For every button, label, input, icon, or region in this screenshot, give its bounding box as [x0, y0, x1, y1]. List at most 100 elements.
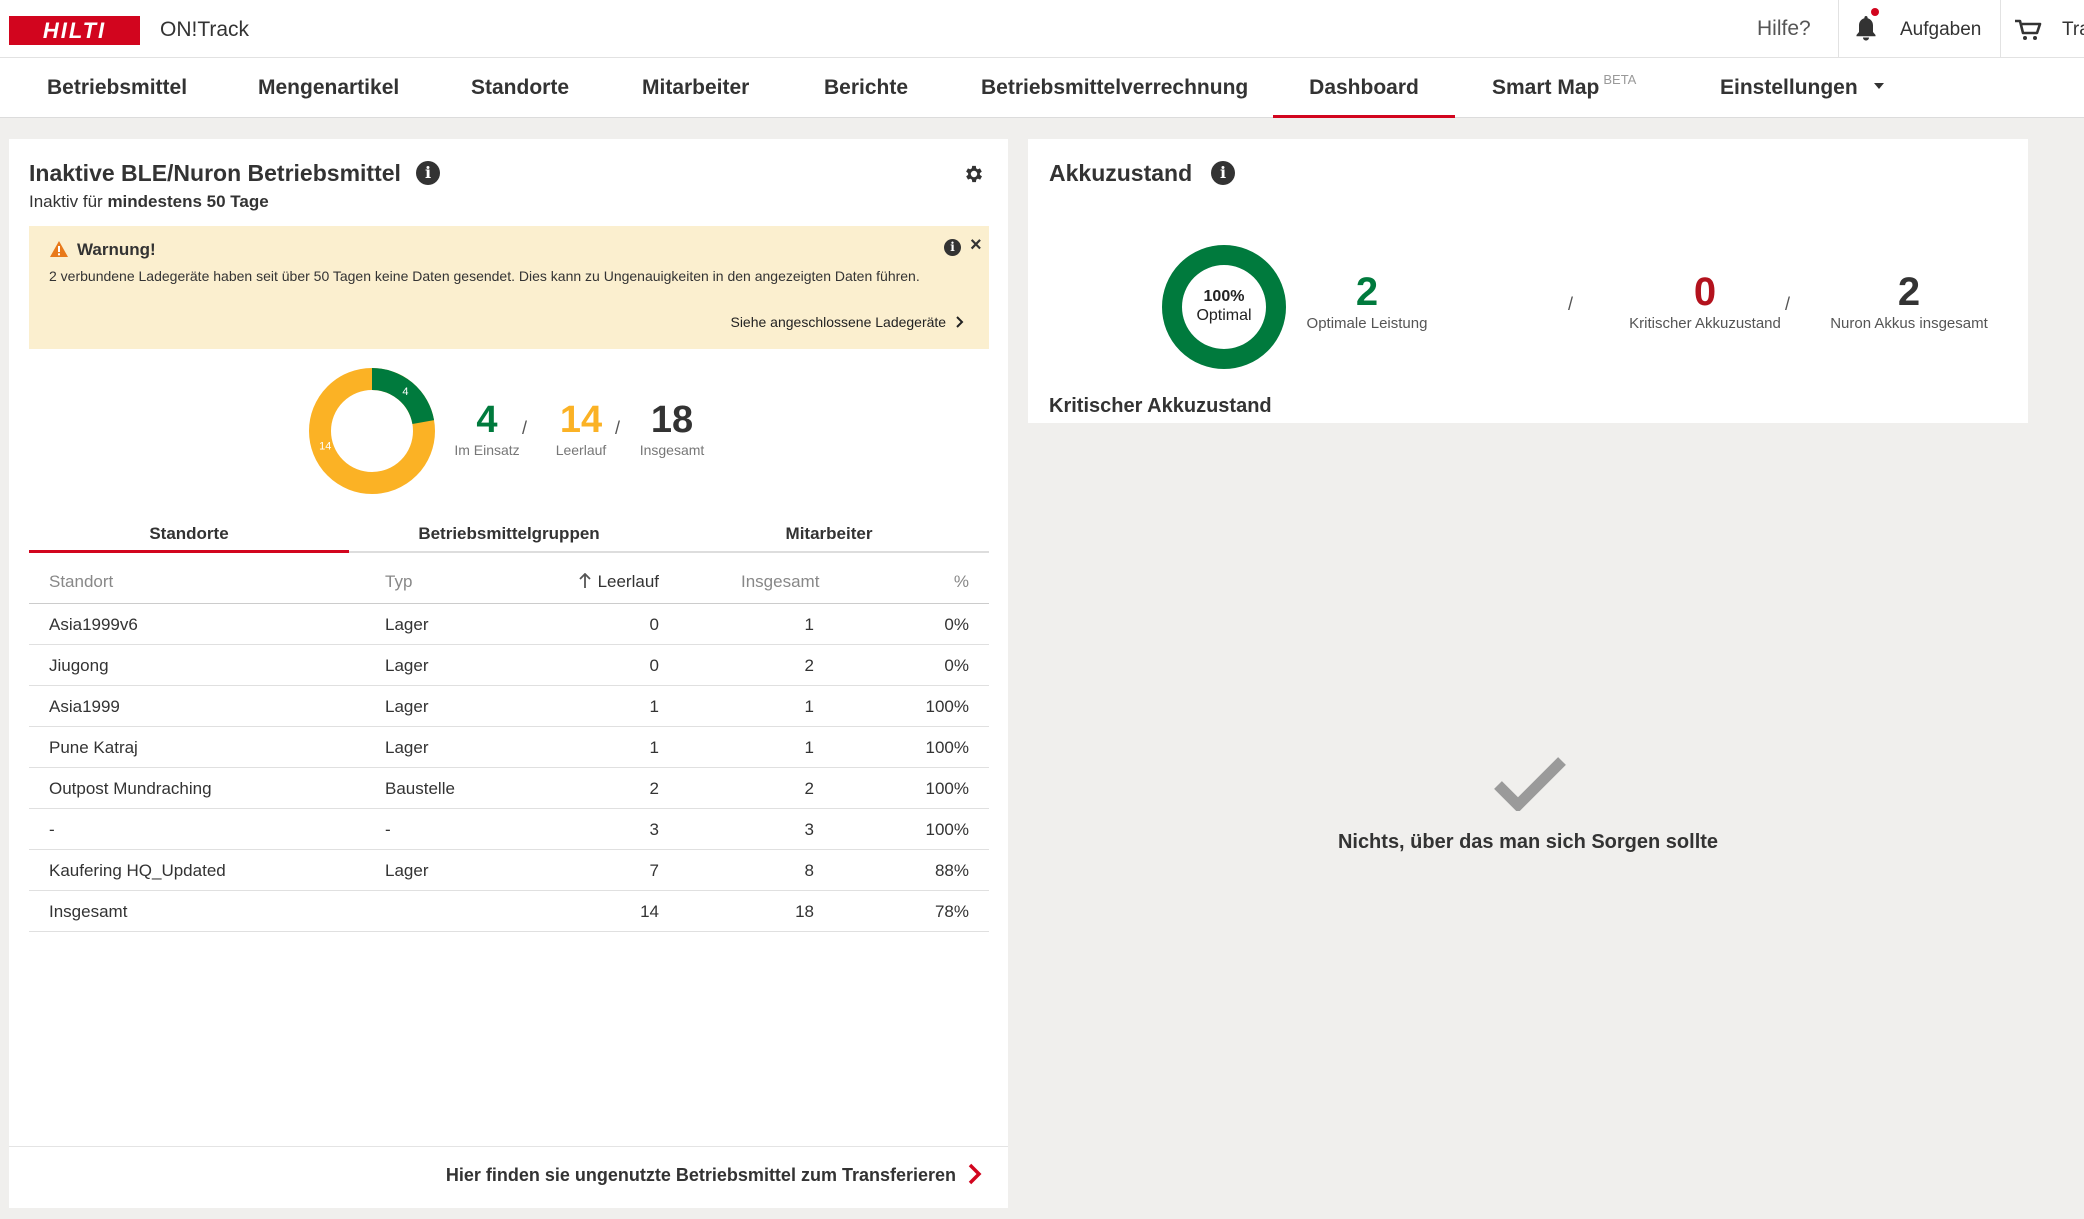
- stat-battery-total: 2 Nuron Akkus insgesamt: [1809, 269, 2009, 332]
- beta-badge: BETA: [1603, 72, 1637, 87]
- stat-critical-value: 0: [1693, 270, 1717, 314]
- header-divider: [2000, 0, 2001, 58]
- tasks-link[interactable]: Aufgaben: [1900, 19, 1981, 41]
- cell-percent: 100%: [925, 697, 969, 716]
- info-icon[interactable]: i: [416, 161, 440, 185]
- cell-insgesamt: 1: [804, 615, 814, 634]
- app-name: ON!Track: [160, 18, 250, 41]
- cell-standort: Pune Katraj: [49, 738, 138, 757]
- stat-total-label: Insgesamt: [639, 442, 705, 458]
- nav-standorte[interactable]: Standorte: [471, 58, 569, 118]
- nav-smart-map[interactable]: Smart Map BETA: [1492, 58, 1636, 118]
- cell-standort: Asia1999: [49, 697, 120, 716]
- table-row: Kaufering HQ_Updated Lager 7 8 88%: [29, 850, 989, 891]
- cell-leerlauf: 3: [649, 820, 659, 839]
- sort-up-icon: [578, 572, 591, 588]
- stat-idle-value: 14: [559, 399, 603, 441]
- col-insgesamt[interactable]: Insgesamt: [741, 559, 819, 604]
- nav-mengenartikel[interactable]: Mengenartikel: [258, 58, 399, 118]
- stat-separator: /: [1785, 294, 1791, 314]
- nav-smart-map-label: Smart Map: [1492, 76, 1600, 99]
- cell-leerlauf: 0: [649, 615, 659, 634]
- gear-icon[interactable]: [963, 163, 985, 185]
- table-row: Pune Katraj Lager 1 1 100%: [29, 727, 989, 768]
- nav-mitarbeiter[interactable]: Mitarbeiter: [642, 58, 749, 118]
- chevron-right-icon: [968, 1163, 982, 1185]
- col-leerlauf[interactable]: Leerlauf: [578, 559, 659, 604]
- col-leerlauf-label: Leerlauf: [597, 572, 659, 591]
- stat-in-use-label: Im Einsatz: [454, 442, 520, 458]
- cell-typ: -: [385, 820, 391, 839]
- cell-percent: 0%: [944, 615, 969, 634]
- info-icon[interactable]: i: [944, 239, 961, 256]
- stat-separator: /: [522, 418, 528, 438]
- tab-mitarbeiter[interactable]: Mitarbeiter: [669, 521, 989, 553]
- empty-state-text: Nichts, über das man sich Sorgen sollte: [1337, 831, 1719, 853]
- cell-percent: 100%: [925, 779, 969, 798]
- col-typ[interactable]: Typ: [385, 559, 412, 604]
- cell-leerlauf: 1: [649, 697, 659, 716]
- cell-leerlauf: 2: [649, 779, 659, 798]
- stat-separator: /: [615, 418, 621, 438]
- tab-standorte[interactable]: Standorte: [29, 521, 349, 553]
- nav-berichte[interactable]: Berichte: [824, 58, 908, 118]
- bell-icon[interactable]: [1854, 14, 1878, 42]
- cell-insgesamt: 2: [804, 779, 814, 798]
- cell-leerlauf: 14: [640, 902, 659, 921]
- cell-insgesamt: 1: [804, 697, 814, 716]
- stat-in-use-value: 4: [476, 399, 498, 441]
- close-icon[interactable]: ×: [970, 234, 982, 257]
- nav-dashboard[interactable]: Dashboard: [1273, 58, 1455, 118]
- donut-state: Optimal: [1196, 307, 1252, 324]
- connected-chargers-link[interactable]: Siehe angeschlossene Ladegeräte: [730, 314, 964, 330]
- battery-widget: Akkuzustand i 100% Optimal 2 Optimale Le…: [1028, 139, 2028, 1208]
- stat-separator: /: [1568, 294, 1574, 314]
- cell-percent: 78%: [934, 902, 969, 921]
- widget-title: Akkuzustand: [1049, 160, 1193, 186]
- transfer-link[interactable]: Hier finden sie ungenutzte Betriebsmitte…: [9, 1146, 1008, 1208]
- stat-battery-total-value: 2: [1897, 270, 1921, 314]
- header-divider: [1838, 0, 1839, 58]
- nav-betriebsmittel[interactable]: Betriebsmittel: [47, 58, 187, 118]
- cell-standort: Kaufering HQ_Updated: [49, 861, 226, 880]
- cell-typ: Lager: [385, 615, 429, 634]
- cell-standort: Jiugong: [49, 656, 109, 675]
- tab-betriebsmittelgruppen[interactable]: Betriebsmittelgruppen: [349, 521, 669, 553]
- help-link[interactable]: Hilfe?: [1757, 17, 1811, 41]
- table-row: Jiugong Lager 0 2 0%: [29, 645, 989, 686]
- table-total-row: Insgesamt 14 18 78%: [29, 891, 989, 932]
- cell-leerlauf: 0: [649, 656, 659, 675]
- stat-battery-total-label: Nuron Akkus insgesamt: [1830, 315, 1988, 332]
- stat-idle-label: Leerlauf: [555, 442, 607, 458]
- col-percent[interactable]: %: [954, 559, 969, 604]
- stat-in-use: 4 Im Einsatz: [439, 398, 535, 458]
- chevron-right-icon: [956, 316, 964, 328]
- cell-insgesamt: 18: [795, 902, 814, 921]
- cell-typ: Lager: [385, 861, 429, 880]
- critical-heading: Kritischer Akkuzustand: [1049, 395, 1272, 417]
- cell-typ: Baustelle: [385, 779, 455, 798]
- col-standort[interactable]: Standort: [49, 559, 113, 604]
- cell-typ: Lager: [385, 697, 429, 716]
- hilti-logo[interactable]: HILTI: [9, 16, 140, 45]
- cell-insgesamt: 1: [804, 738, 814, 757]
- cell-standort: Outpost Mundraching: [49, 779, 212, 798]
- table-body: Asia1999v6 Lager 0 1 0% Jiugong Lager 0 2 0% Asia1…: [29, 604, 989, 932]
- nav-betriebsmittelverrechnung[interactable]: Betriebsmittelverrechnung: [981, 58, 1248, 118]
- cell-standort: -: [49, 820, 55, 839]
- cell-typ: Lager: [385, 738, 429, 757]
- connected-chargers-label: Siehe angeschlossene Ladegeräte: [730, 314, 947, 330]
- cart-icon[interactable]: [2014, 18, 2042, 42]
- top-header: HILTI ON!Track Hilfe? Aufgaben Tra: [0, 0, 2084, 58]
- cell-percent: 100%: [925, 820, 969, 839]
- checkmark-icon: [1494, 757, 1566, 811]
- stat-optimal-label: Optimale Leistung: [1306, 315, 1428, 332]
- widget-title: Inaktive BLE/Nuron Betriebsmittel: [29, 160, 401, 186]
- info-icon[interactable]: i: [1211, 161, 1235, 185]
- cell-typ: Lager: [385, 656, 429, 675]
- nav-einstellungen[interactable]: Einstellungen: [1720, 58, 1884, 118]
- cart-label[interactable]: Tra: [2062, 19, 2084, 41]
- cell-percent: 100%: [925, 738, 969, 757]
- donut-center-label: 100% Optimal: [1161, 287, 1287, 325]
- transfer-link-label: Hier finden sie ungenutzte Betriebsmitte…: [445, 1165, 956, 1185]
